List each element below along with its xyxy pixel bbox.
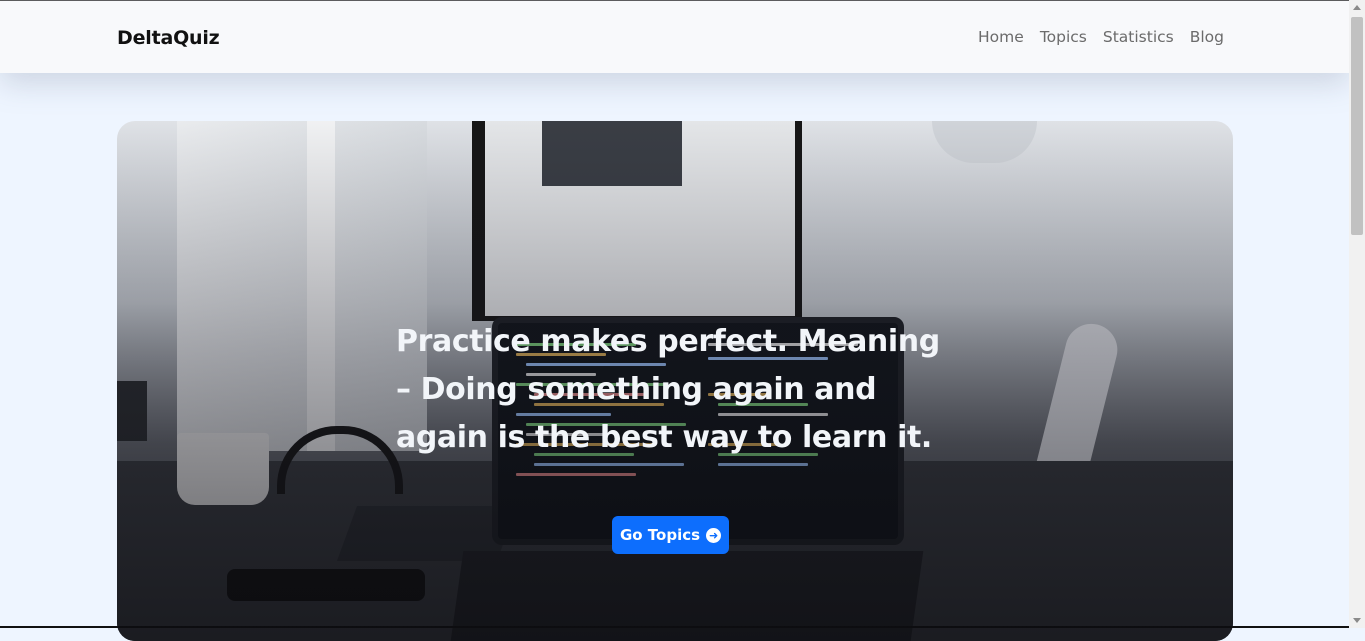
scroll-down-arrow-icon[interactable] [1353,618,1361,623]
page-scrollbar[interactable] [1349,0,1365,628]
nav-link-statistics[interactable]: Statistics [1103,28,1174,46]
navbar: DeltaQuiz Home Topics Statistics Blog [0,1,1349,73]
nav-link-home[interactable]: Home [978,28,1024,46]
nav-link-blog[interactable]: Blog [1190,28,1224,46]
hero-banner: Practice makes perfect. Meaning – Doing … [117,121,1233,641]
nav-links: Home Topics Statistics Blog [978,28,1224,46]
nav-link-topics[interactable]: Topics [1040,28,1087,46]
scrollbar-thumb[interactable] [1351,17,1363,235]
go-topics-label: Go Topics [619,526,701,544]
brand-logo[interactable]: DeltaQuiz [117,27,220,49]
go-topics-button[interactable]: Go Topics ➜ [612,516,729,554]
hero-headline: Practice makes perfect. Meaning – Doing … [396,324,940,455]
scroll-up-arrow-icon[interactable] [1353,5,1361,10]
arrow-right-circle-icon: ➜ [706,527,722,543]
